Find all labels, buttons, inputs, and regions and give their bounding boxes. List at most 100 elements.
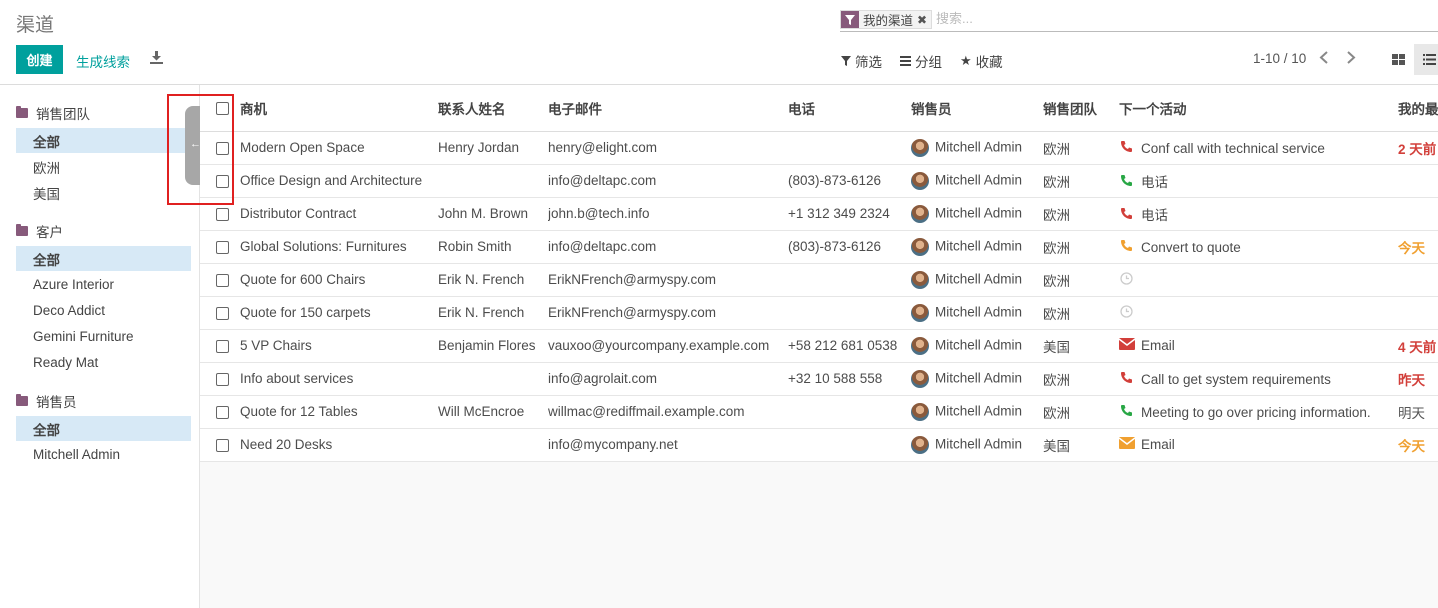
list-view-icon[interactable] (1414, 44, 1438, 75)
chevron-right-icon[interactable] (1346, 51, 1356, 67)
cell-email[interactable]: info@agrolait.com (548, 362, 788, 396)
cell-salesperson[interactable]: Mitchell Admin (911, 296, 1043, 330)
cell-email[interactable]: info@deltapc.com (548, 164, 788, 198)
cell-opportunity[interactable]: Office Design and Architecture (240, 164, 438, 198)
cell-salesperson[interactable]: Mitchell Admin (911, 362, 1043, 396)
row-checkbox[interactable] (216, 207, 229, 221)
cell-email[interactable]: vauxoo@yourcompany.example.com (548, 329, 788, 363)
cell-phone[interactable]: (803)-873-6126 (788, 230, 911, 264)
sidepanel-item-usa[interactable]: 美国 (16, 180, 191, 205)
cell-phone[interactable] (788, 428, 911, 462)
cell-salesperson[interactable]: Mitchell Admin (911, 131, 1043, 165)
cell-opportunity[interactable]: Info about services (240, 362, 438, 396)
sidepanel-item-gemini-furniture[interactable]: Gemini Furniture (16, 324, 191, 349)
cell-sales-team[interactable]: 欧洲 (1043, 164, 1119, 198)
phone-icon[interactable] (1119, 140, 1133, 156)
cell-phone[interactable]: +32 10 588 558 (788, 362, 911, 396)
row-checkbox[interactable] (216, 273, 229, 287)
cell-opportunity[interactable]: Modern Open Space (240, 131, 438, 165)
cell-contact[interactable] (438, 164, 548, 198)
cell-next-activity[interactable] (1119, 296, 1398, 330)
table-row[interactable]: Modern Open Space Henry Jordan henry@eligh… (200, 131, 1438, 165)
cell-contact[interactable] (438, 428, 548, 462)
cell-contact[interactable]: Erik N. French (438, 263, 548, 297)
column-header-phone[interactable]: 电话 (788, 85, 911, 132)
column-header-sales-team[interactable]: 销售团队 (1043, 85, 1119, 132)
envelope-icon[interactable] (1119, 437, 1136, 452)
row-checkbox[interactable] (216, 240, 229, 254)
cell-sales-team[interactable]: 欧洲 (1043, 296, 1119, 330)
search-facet[interactable]: 我的渠道 ✖ (840, 10, 933, 29)
cell-opportunity[interactable]: Distributor Contract (240, 197, 438, 231)
cell-contact[interactable] (438, 362, 548, 396)
cell-salesperson[interactable]: Mitchell Admin (911, 395, 1043, 429)
column-header-contact[interactable]: 联系人姓名 (438, 85, 548, 132)
cell-phone[interactable]: +58 212 681 0538 (788, 329, 911, 363)
table-row[interactable]: Info about services info@agrolait.com +32 … (200, 362, 1438, 396)
row-checkbox[interactable] (216, 405, 229, 419)
phone-icon[interactable] (1119, 207, 1133, 223)
favorites-button[interactable]: ★ 收藏 (960, 51, 1003, 71)
column-header-email[interactable]: 电子邮件 (548, 85, 788, 132)
create-button[interactable]: 创建 (16, 45, 63, 74)
cell-contact[interactable]: Will McEncroe (438, 395, 548, 429)
cell-next-activity[interactable] (1119, 263, 1398, 297)
table-row[interactable]: Quote for 12 Tables Will McEncroe willmac@… (200, 395, 1438, 429)
sidepanel-item-all-teams[interactable]: 全部 (16, 128, 191, 153)
cell-phone[interactable] (788, 263, 911, 297)
cell-next-activity[interactable]: 电话 (1119, 197, 1398, 231)
column-header-next-activity[interactable]: 下一个活动 (1119, 85, 1398, 132)
cell-contact[interactable]: Robin Smith (438, 230, 548, 264)
cell-email[interactable]: henry@elight.com (548, 131, 788, 165)
table-row[interactable]: Quote for 600 Chairs Erik N. French ErikNF… (200, 263, 1438, 297)
sidepanel-item-mitchell-admin[interactable]: Mitchell Admin (16, 442, 191, 467)
cell-opportunity[interactable]: Global Solutions: Furnitures (240, 230, 438, 264)
sidepanel-item-ready-mat[interactable]: Ready Mat (16, 350, 191, 375)
phone-icon[interactable] (1119, 404, 1133, 420)
phone-icon[interactable] (1119, 371, 1133, 387)
table-row[interactable]: Office Design and Architecture info@delta… (200, 164, 1438, 198)
cell-salesperson[interactable]: Mitchell Admin (911, 164, 1043, 198)
cell-contact[interactable]: Henry Jordan (438, 131, 548, 165)
download-icon[interactable] (150, 51, 163, 67)
clock-icon[interactable] (1119, 304, 1133, 321)
sidepanel-item-europe[interactable]: 欧洲 (16, 154, 191, 179)
cell-phone[interactable] (788, 131, 911, 165)
cell-opportunity[interactable]: 5 VP Chairs (240, 329, 438, 363)
table-row[interactable]: Distributor Contract John M. Brown john.b@… (200, 197, 1438, 231)
search-bar[interactable]: 我的渠道 ✖ (840, 8, 1438, 32)
cell-next-activity[interactable]: Email (1119, 428, 1398, 462)
cell-opportunity[interactable]: Quote for 600 Chairs (240, 263, 438, 297)
cell-email[interactable]: john.b@tech.info (548, 197, 788, 231)
cell-salesperson[interactable]: Mitchell Admin (911, 263, 1043, 297)
table-row[interactable]: Need 20 Desks info@mycompany.net Mitchell … (200, 428, 1438, 462)
cell-sales-team[interactable]: 欧洲 (1043, 362, 1119, 396)
cell-email[interactable]: ErikNFrench@armyspy.com (548, 296, 788, 330)
cell-phone[interactable] (788, 296, 911, 330)
envelope-icon[interactable] (1119, 338, 1136, 353)
cell-next-activity[interactable]: Conf call with technical service (1119, 131, 1398, 165)
cell-opportunity[interactable]: Quote for 150 carpets (240, 296, 438, 330)
cell-sales-team[interactable]: 欧洲 (1043, 131, 1119, 165)
cell-phone[interactable]: (803)-873-6126 (788, 164, 911, 198)
cell-sales-team[interactable]: 欧洲 (1043, 197, 1119, 231)
cell-sales-team[interactable]: 美国 (1043, 329, 1119, 363)
cell-next-activity[interactable]: 电话 (1119, 164, 1398, 198)
cell-phone[interactable] (788, 395, 911, 429)
cell-sales-team[interactable]: 欧洲 (1043, 395, 1119, 429)
row-checkbox[interactable] (216, 174, 229, 188)
sidepanel-item-all-salespersons[interactable]: 全部 (16, 416, 191, 441)
generate-leads-button[interactable]: 生成线索 (76, 51, 130, 71)
sidepanel-item-azure-interior[interactable]: Azure Interior (16, 272, 191, 297)
row-checkbox[interactable] (216, 306, 229, 320)
cell-contact[interactable]: John M. Brown (438, 197, 548, 231)
row-checkbox[interactable] (216, 141, 229, 155)
chevron-left-icon[interactable] (1319, 51, 1329, 67)
cell-sales-team[interactable]: 欧洲 (1043, 263, 1119, 297)
clock-icon[interactable] (1119, 271, 1133, 288)
table-row[interactable]: Quote for 150 carpets Erik N. French ErikN… (200, 296, 1438, 330)
cell-next-activity[interactable]: Email (1119, 329, 1398, 363)
group-by-button[interactable]: 分组 (900, 51, 942, 71)
column-header-salesperson[interactable]: 销售员 (911, 85, 1043, 132)
cell-salesperson[interactable]: Mitchell Admin (911, 230, 1043, 264)
